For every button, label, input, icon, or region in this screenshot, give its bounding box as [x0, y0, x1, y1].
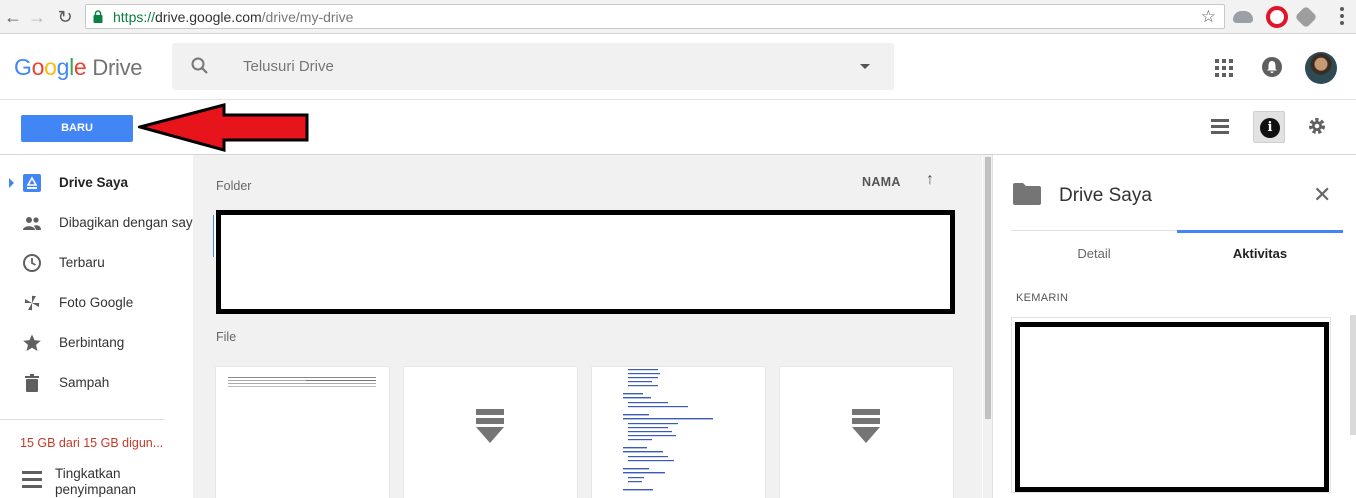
search-input[interactable]: Telusuri Drive — [243, 58, 334, 75]
pinwheel-icon — [24, 295, 40, 311]
drive-icon — [23, 174, 41, 192]
forward-icon[interactable]: → — [26, 6, 48, 28]
sort-direction-arrow-icon[interactable]: ↑ — [926, 171, 934, 189]
document-thumbnail — [228, 377, 376, 387]
extension-cloud-icon[interactable] — [1233, 11, 1253, 23]
sidebar-item-trash[interactable]: Sampah — [0, 364, 193, 402]
star-icon — [23, 334, 41, 351]
file-list-area: Folder NAMA ↑ File — [193, 155, 982, 498]
folder-icon — [1013, 183, 1041, 205]
main-scrollbar-thumb[interactable] — [985, 157, 991, 419]
tab-label: Aktivitas — [1232, 246, 1288, 261]
url-text: https://drive.google.com/drive/my-drive — [113, 9, 354, 25]
sidebar-item-label: Berbintang — [59, 335, 125, 350]
browser-menu-icon[interactable] — [1340, 7, 1344, 28]
activity-card-redacted[interactable] — [1015, 322, 1329, 492]
address-bar[interactable]: https://drive.google.com/drive/my-drive … — [85, 4, 1225, 29]
extension-gem-icon[interactable] — [1294, 5, 1318, 29]
tab-activity[interactable]: Aktivitas — [1177, 230, 1343, 272]
list-view-icon[interactable] — [1211, 116, 1231, 136]
storage-usage-text: 15 GB dari 15 GB digun... — [20, 436, 164, 450]
tab-label: Detail — [1077, 246, 1111, 261]
sidebar-item-label: Foto Google — [59, 295, 134, 310]
document-thumbnail — [623, 369, 713, 491]
opera-extension-icon[interactable] — [1266, 6, 1288, 28]
sidebar-divider — [0, 419, 165, 420]
sidebar-item-drive-saya[interactable]: Drive Saya — [0, 164, 193, 202]
search-box[interactable]: Telusuri Drive — [172, 43, 894, 90]
file-card-spreadsheet[interactable] — [216, 367, 389, 498]
upgrade-storage-link[interactable]: Tingkatkan penyimpanan — [55, 466, 136, 498]
sidebar-item-recent[interactable]: Terbaru — [0, 244, 193, 282]
sidebar-item-label: Terbaru — [59, 255, 105, 270]
user-avatar[interactable] — [1305, 52, 1337, 84]
panel-scrollbar[interactable] — [1350, 315, 1356, 435]
search-options-chevron-icon[interactable] — [860, 64, 870, 69]
browser-toolbar: ← → ↻ https://drive.google.com/drive/my-… — [0, 0, 1356, 34]
tab-detail[interactable]: Detail — [1011, 230, 1177, 272]
clock-icon — [23, 254, 41, 272]
sidebar-item-shared[interactable]: Dibagikan dengan saya — [0, 204, 200, 242]
back-icon[interactable]: ← — [2, 6, 24, 28]
search-icon — [191, 57, 208, 74]
close-icon[interactable]: ✕ — [1313, 184, 1331, 206]
download-file-icon — [852, 409, 880, 443]
details-toggle-button[interactable]: i — [1253, 111, 1285, 143]
reload-icon[interactable]: ↻ — [54, 6, 76, 28]
new-button[interactable]: BARU — [21, 115, 133, 142]
file-section-label: File — [216, 330, 237, 344]
folder-section-label: Folder — [216, 179, 252, 193]
activity-date-heading: KEMARIN — [1016, 292, 1069, 304]
info-icon: i — [1260, 118, 1280, 138]
apps-grid-icon[interactable] — [1215, 59, 1233, 77]
notifications-bell-icon[interactable] — [1262, 57, 1282, 77]
storage-icon — [22, 471, 42, 489]
details-panel: Drive Saya ✕ Detail Aktivitas KEMARIN — [992, 155, 1356, 498]
main-scrollbar[interactable] — [983, 155, 992, 498]
file-card-document[interactable] — [592, 367, 765, 498]
sort-by-name-button[interactable]: NAMA — [862, 175, 901, 189]
download-file-icon — [476, 409, 504, 443]
settings-gear-icon[interactable] — [1307, 116, 1327, 136]
drive-header: Google Drive Telusuri Drive — [0, 34, 1356, 100]
bookmark-star-icon[interactable]: ☆ — [1201, 7, 1216, 27]
file-card-download[interactable] — [404, 367, 577, 498]
sidebar-item-label: Dibagikan dengan saya — [59, 215, 201, 230]
google-drive-logo[interactable]: Google Drive — [14, 54, 143, 81]
file-card-download[interactable] — [780, 367, 953, 498]
sidebar-item-label: Drive Saya — [59, 175, 129, 190]
sidebar-item-starred[interactable]: Berbintang — [0, 324, 193, 362]
upgrade-line-2: penyimpanan — [55, 482, 137, 497]
sidebar-item-photos[interactable]: Foto Google — [0, 284, 193, 322]
red-arrow-annotation — [138, 103, 309, 152]
upgrade-line-1: Tingkatkan — [55, 466, 121, 481]
trash-icon — [25, 374, 39, 392]
expand-caret-icon[interactable] — [9, 178, 14, 188]
sidebar-item-label: Sampah — [59, 375, 110, 390]
panel-title: Drive Saya — [1059, 185, 1152, 206]
lock-icon — [93, 10, 103, 23]
folder-card-redacted[interactable] — [216, 210, 955, 314]
sidebar: Drive Saya Dibagikan dengan saya Terbaru… — [0, 155, 200, 498]
people-icon — [23, 217, 41, 230]
